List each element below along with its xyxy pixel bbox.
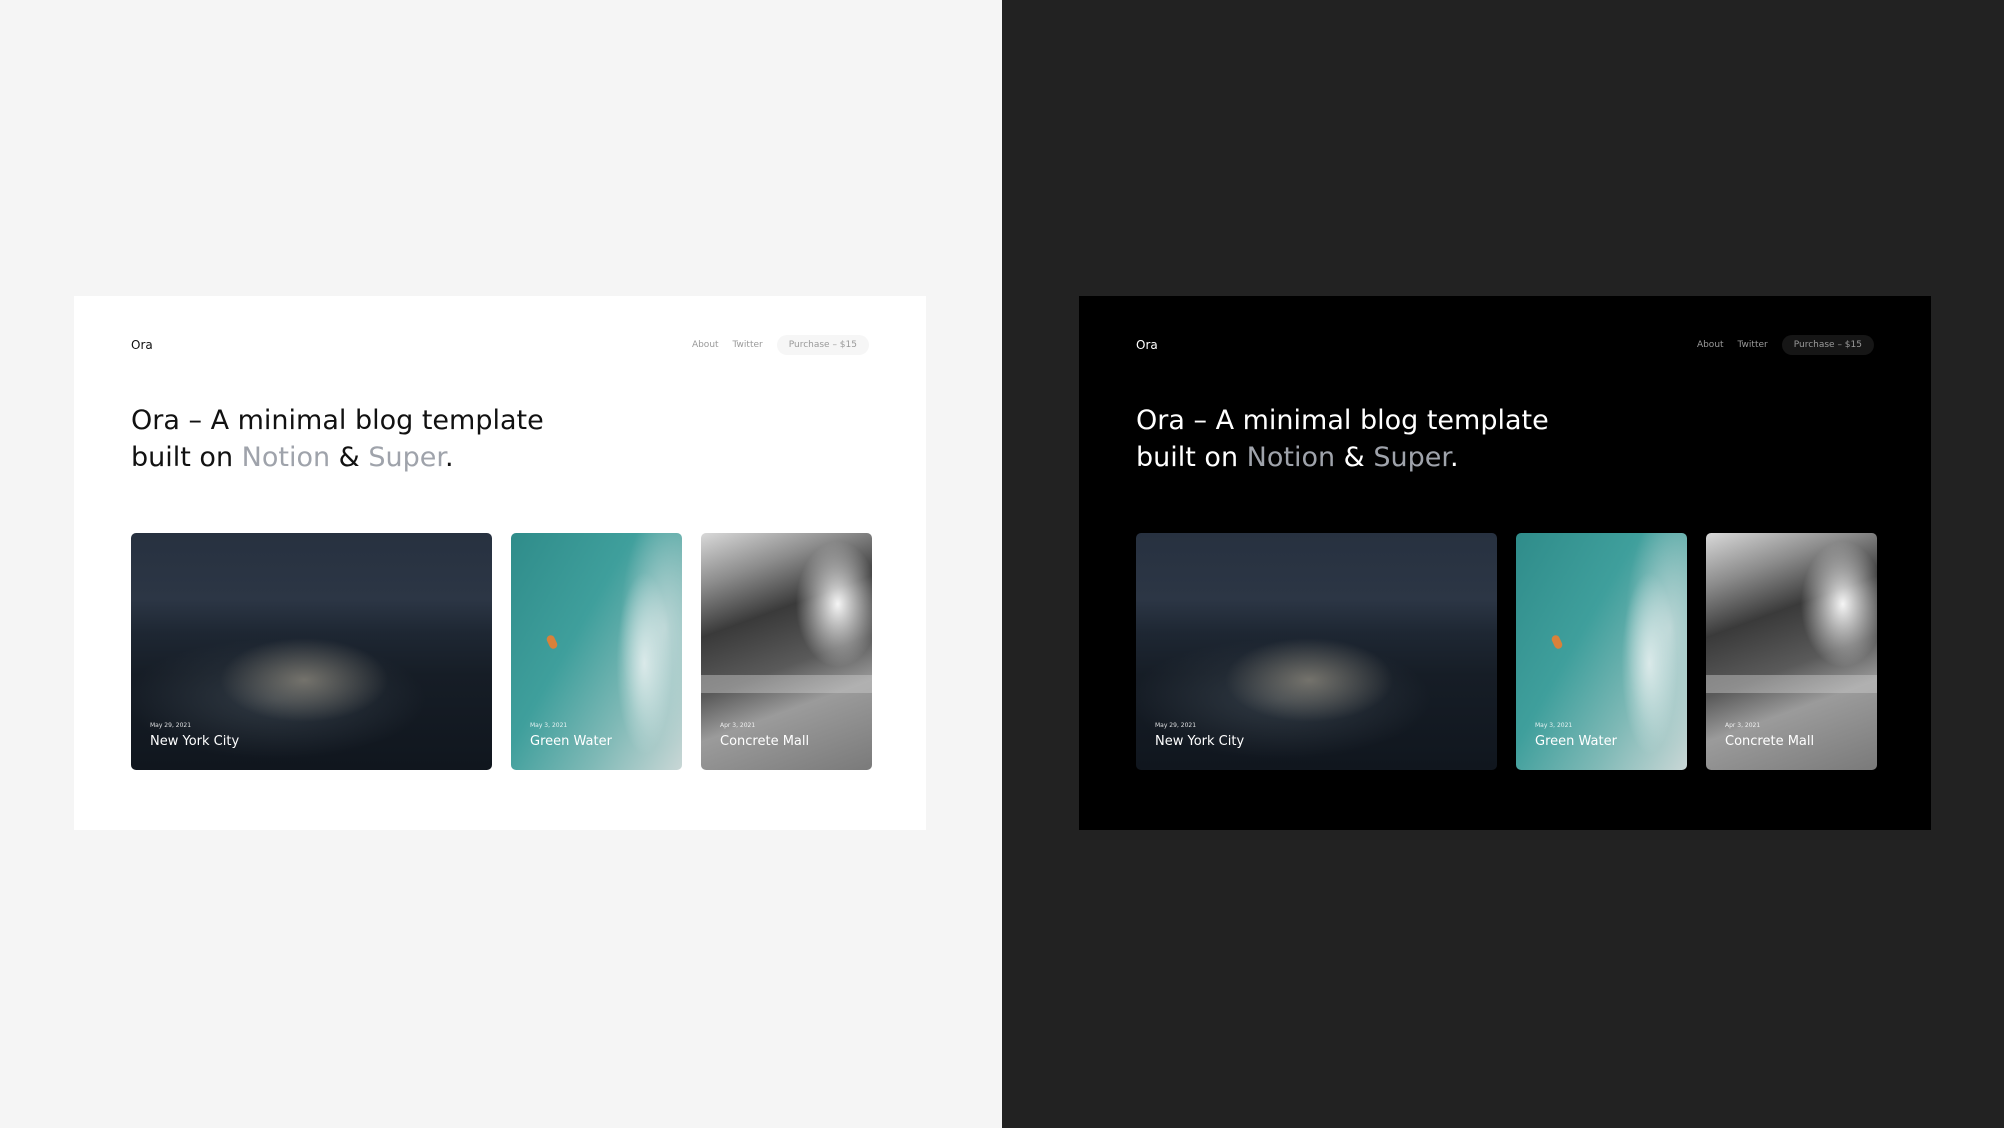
light-preview: Ora About Twitter Purchase – $15 Ora – A… xyxy=(0,0,1002,1128)
post-card-concrete-mall[interactable]: Apr 3, 2021 Concrete Mall xyxy=(1706,533,1877,770)
card-meta: May 3, 2021 Green Water xyxy=(1535,721,1617,751)
post-title: Concrete Mall xyxy=(720,734,810,749)
post-title: Green Water xyxy=(1535,734,1617,749)
post-cards: May 29, 2021 New York City May 3, 2021 G… xyxy=(131,533,872,770)
post-date: Apr 3, 2021 xyxy=(720,722,756,729)
super-link[interactable]: Super xyxy=(368,442,445,473)
ledge-shape xyxy=(1706,675,1877,693)
page-headline: Ora – A minimal blog template built on No… xyxy=(1136,402,1696,476)
headline-period: . xyxy=(1449,442,1459,473)
headline-line1: Ora – A minimal blog template xyxy=(131,405,544,436)
post-date: May 29, 2021 xyxy=(150,722,192,729)
card-meta: May 29, 2021 New York City xyxy=(150,721,239,751)
post-card-green-water[interactable]: May 3, 2021 Green Water xyxy=(1516,533,1687,770)
headline-line1: Ora – A minimal blog template xyxy=(1136,405,1549,436)
card-meta: Apr 3, 2021 Concrete Mall xyxy=(720,721,809,751)
post-title: New York City xyxy=(1155,734,1245,749)
brand-logo[interactable]: Ora xyxy=(1136,335,1158,355)
headline-built-on: built on xyxy=(1136,442,1247,473)
blog-page-light: Ora About Twitter Purchase – $15 Ora – A… xyxy=(74,296,926,830)
nav-links: About Twitter Purchase – $15 xyxy=(1697,335,1874,355)
nav-links: About Twitter Purchase – $15 xyxy=(692,335,869,355)
post-date: May 3, 2021 xyxy=(1535,722,1573,729)
top-nav: Ora About Twitter Purchase – $15 xyxy=(131,335,869,355)
purchase-button[interactable]: Purchase – $15 xyxy=(1781,335,1874,355)
notion-link[interactable]: Notion xyxy=(242,442,330,473)
brand-logo[interactable]: Ora xyxy=(131,335,153,355)
top-nav: Ora About Twitter Purchase – $15 xyxy=(1136,335,1874,355)
post-date: Apr 3, 2021 xyxy=(1725,722,1761,729)
purchase-button[interactable]: Purchase – $15 xyxy=(776,335,869,355)
nav-twitter-link[interactable]: Twitter xyxy=(733,335,763,355)
headline-amp: & xyxy=(1335,442,1374,473)
nav-twitter-link[interactable]: Twitter xyxy=(1738,335,1768,355)
post-date: May 3, 2021 xyxy=(530,722,568,729)
ledge-shape xyxy=(701,675,872,693)
headline-built-on: built on xyxy=(131,442,242,473)
post-card-concrete-mall[interactable]: Apr 3, 2021 Concrete Mall xyxy=(701,533,872,770)
super-link[interactable]: Super xyxy=(1373,442,1450,473)
card-meta: Apr 3, 2021 Concrete Mall xyxy=(1725,721,1814,751)
headline-period: . xyxy=(444,442,454,473)
blog-page-dark: Ora About Twitter Purchase – $15 Ora – A… xyxy=(1079,296,1931,830)
card-meta: May 29, 2021 New York City xyxy=(1155,721,1244,751)
post-title: Green Water xyxy=(530,734,612,749)
post-card-green-water[interactable]: May 3, 2021 Green Water xyxy=(511,533,682,770)
post-title: New York City xyxy=(150,734,240,749)
post-title: Concrete Mall xyxy=(1725,734,1815,749)
post-cards: May 29, 2021 New York City May 3, 2021 G… xyxy=(1136,533,1877,770)
post-card-new-york-city[interactable]: May 29, 2021 New York City xyxy=(131,533,492,770)
boat-shape xyxy=(1550,633,1564,651)
card-meta: May 3, 2021 Green Water xyxy=(530,721,612,751)
dark-preview: Ora About Twitter Purchase – $15 Ora – A… xyxy=(1002,0,2004,1128)
post-card-new-york-city[interactable]: May 29, 2021 New York City xyxy=(1136,533,1497,770)
post-date: May 29, 2021 xyxy=(1155,722,1197,729)
nav-about-link[interactable]: About xyxy=(692,335,719,355)
headline-amp: & xyxy=(330,442,369,473)
page-headline: Ora – A minimal blog template built on No… xyxy=(131,402,691,476)
nav-about-link[interactable]: About xyxy=(1697,335,1724,355)
notion-link[interactable]: Notion xyxy=(1247,442,1335,473)
boat-shape xyxy=(545,633,559,651)
